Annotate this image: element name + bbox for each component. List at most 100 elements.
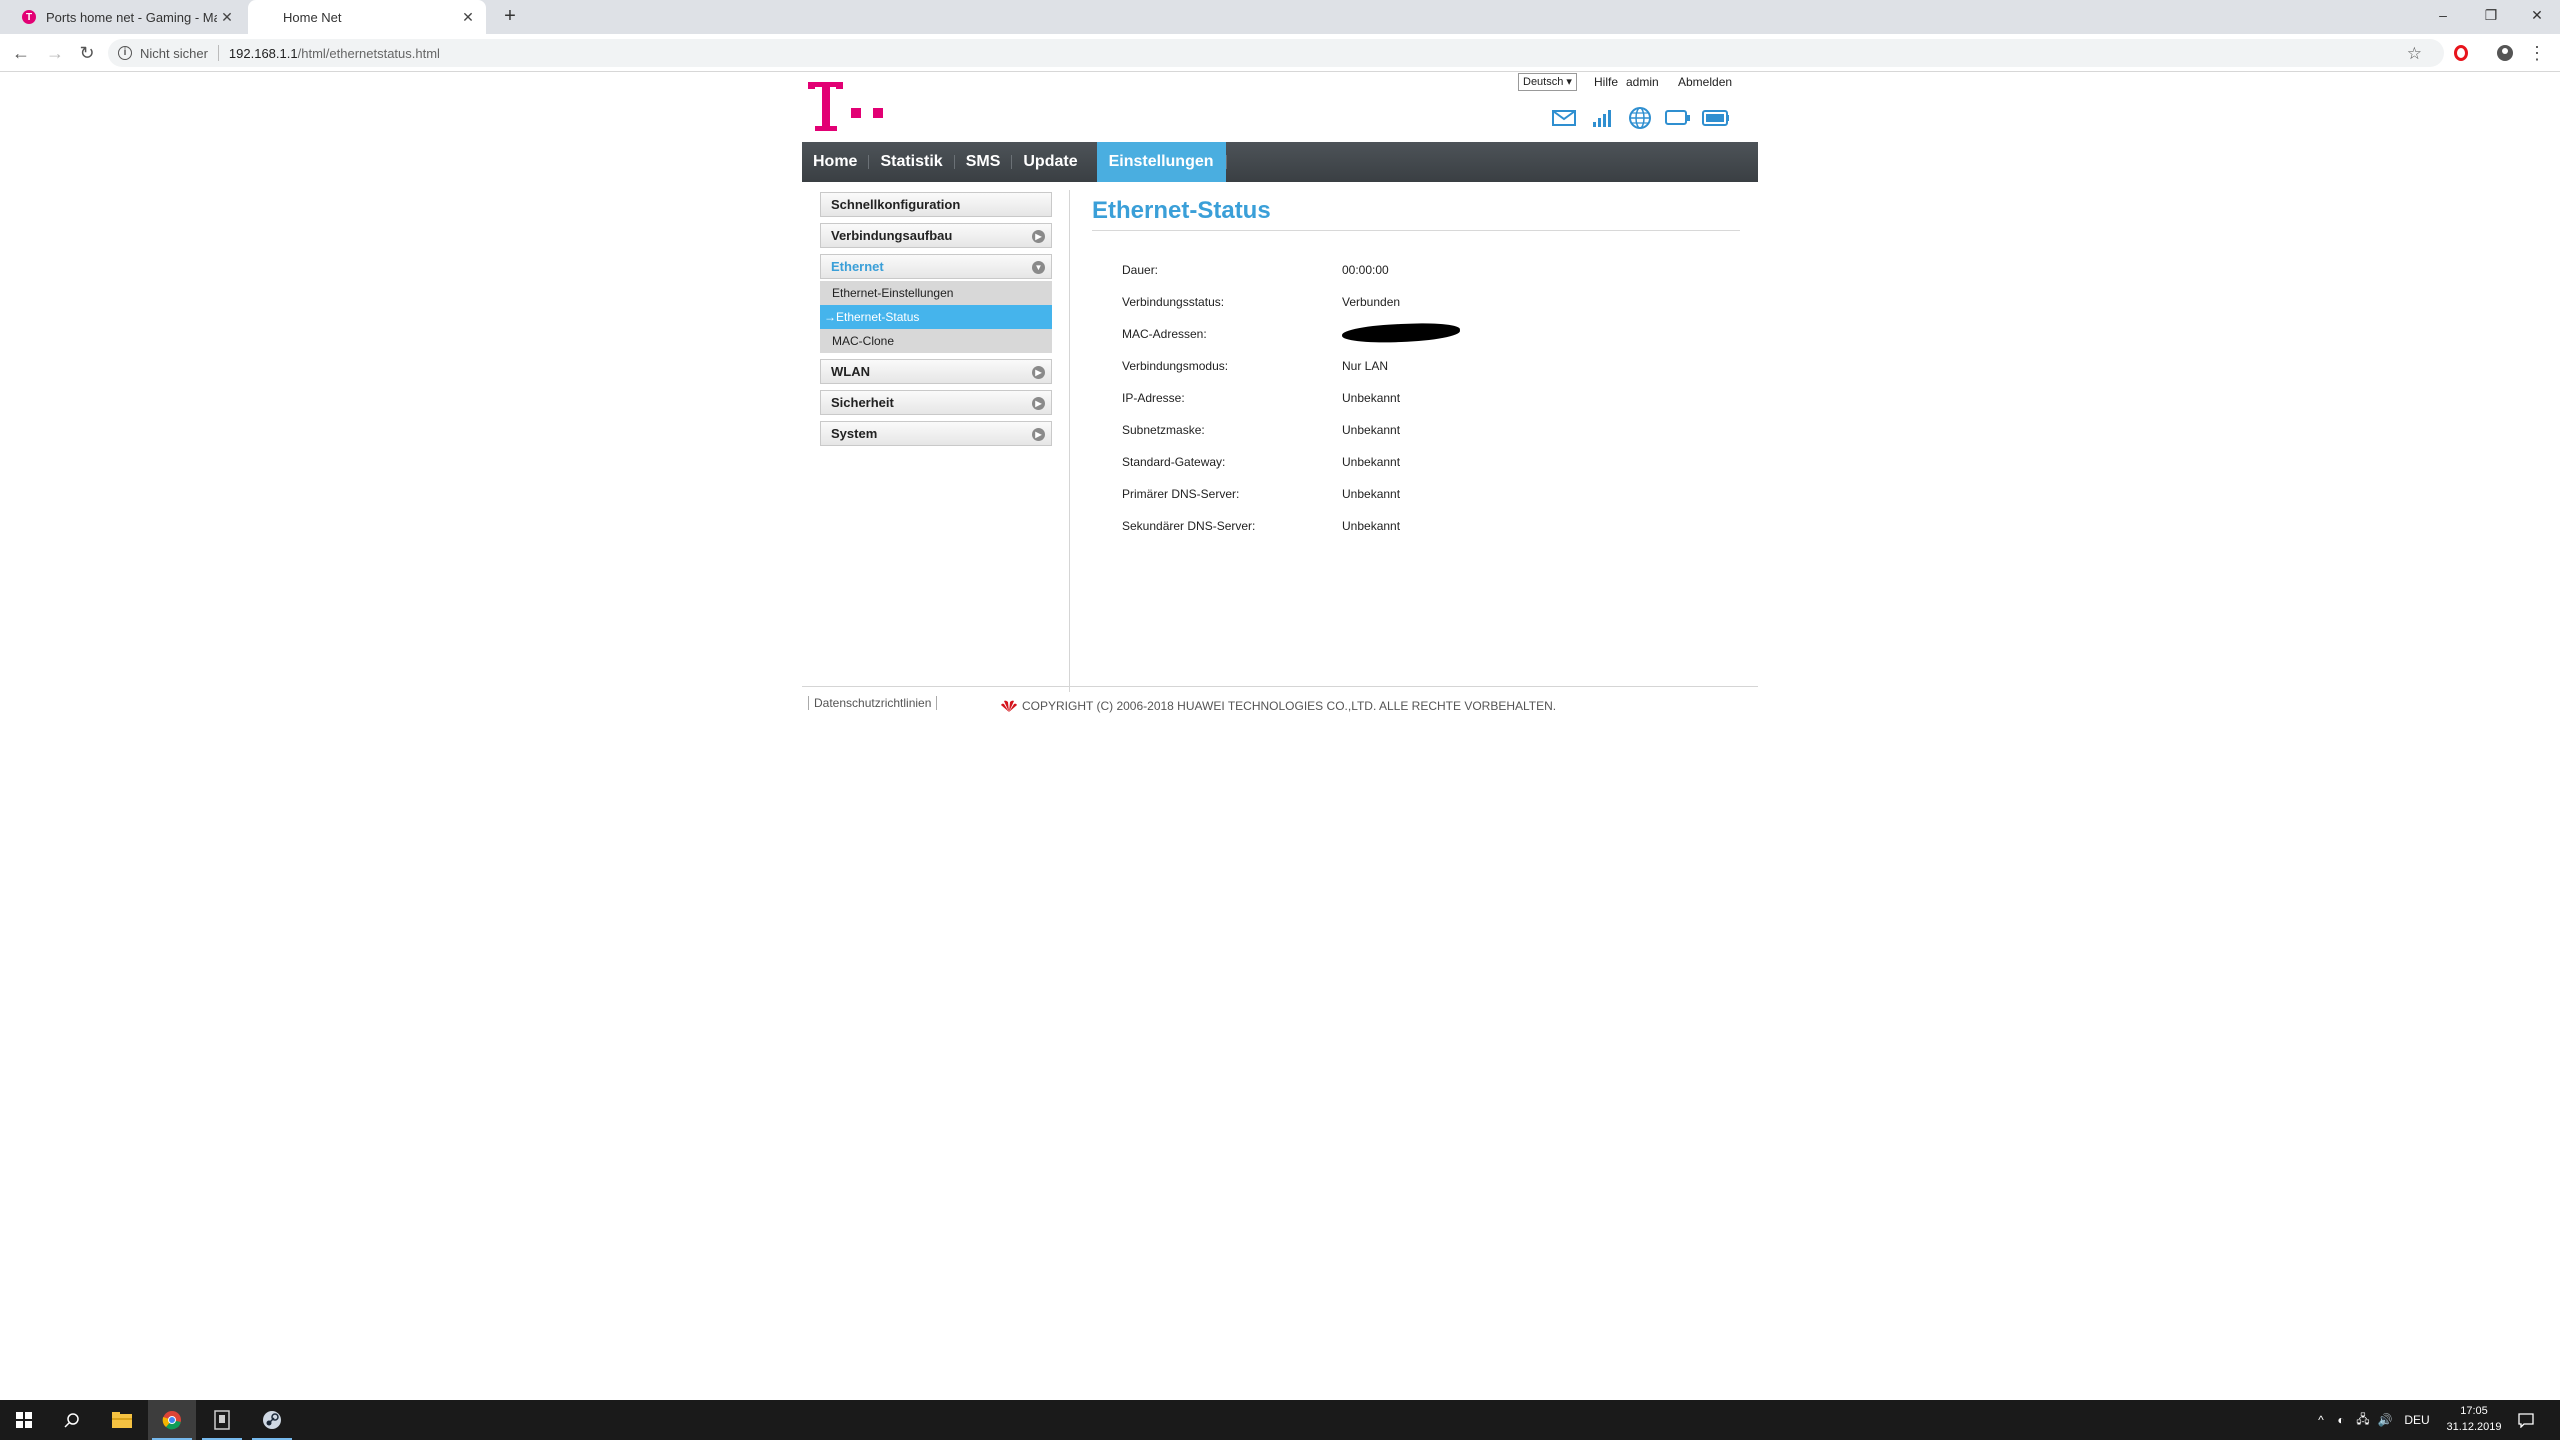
taskbar: ^ ◐ 🖧 🔊 DEU 17:05 31.12.2019 <box>0 1400 2560 1440</box>
steam-tray-icon[interactable]: ◐ <box>2330 1413 2352 1427</box>
sidebar-item-wlan[interactable]: WLAN ▶ <box>820 359 1052 384</box>
telekom-logo <box>808 82 883 131</box>
input-language[interactable]: DEU <box>2400 1413 2434 1427</box>
minimize-window-button[interactable]: – <box>2420 0 2466 30</box>
show-hidden-icons-icon[interactable]: ^ <box>2312 1413 2330 1427</box>
info-value: Unbekannt <box>1342 455 1401 469</box>
mail-icon[interactable] <box>1550 107 1578 129</box>
clock-date: 31.12.2019 <box>2446 1421 2502 1433</box>
expand-arrow-icon[interactable]: ▶ <box>1032 366 1045 379</box>
main-navigation: Home Statistik SMS Update Einstellungen <box>802 142 1758 182</box>
info-label: IP-Adresse: <box>1122 391 1185 405</box>
info-label: Dauer: <box>1122 263 1159 277</box>
nav-einstellungen[interactable]: Einstellungen <box>1096 142 1226 182</box>
security-label[interactable]: Nicht sicher <box>140 46 208 61</box>
profile-avatar-icon[interactable] <box>2494 42 2516 64</box>
omnibox-divider <box>217 45 219 61</box>
user-label: admin <box>1626 75 1659 89</box>
sidebar-item-label: Verbindungsaufbau <box>831 228 953 243</box>
sidebar-item-label: Ethernet <box>831 259 884 274</box>
info-value: Unbekannt <box>1342 423 1401 437</box>
restore-window-button[interactable]: ❐ <box>2468 0 2514 30</box>
help-link[interactable]: Hilfe <box>1594 75 1618 89</box>
clock[interactable]: 17:05 31.12.2019 <box>2430 1403 2518 1435</box>
info-value: Nur LAN <box>1342 359 1389 373</box>
close-tab-icon[interactable]: ✕ <box>217 9 237 26</box>
info-label: Verbindungsstatus: <box>1122 295 1225 309</box>
info-value-redacted <box>1341 321 1461 345</box>
steam-icon[interactable] <box>248 1400 296 1440</box>
page-title: Ethernet-Status <box>1092 197 1740 231</box>
expand-arrow-icon[interactable]: ▶ <box>1032 428 1045 441</box>
chrome-icon[interactable] <box>148 1400 196 1440</box>
logout-link[interactable]: Abmelden <box>1678 75 1732 89</box>
back-arrow-icon[interactable]: ← <box>8 40 34 66</box>
tab-title: Ports home net - Gaming - Mag <box>46 9 217 25</box>
url-input[interactable]: i Nicht sicher 192.168.1.1/html/ethernet… <box>108 39 2444 67</box>
sidebar-item-label: WLAN <box>831 364 870 379</box>
battery-icon <box>1702 107 1730 129</box>
tab-home-net[interactable]: Home Net ✕ <box>248 0 486 34</box>
bookmark-star-icon[interactable]: ☆ <box>2407 44 2422 64</box>
nav-home[interactable]: Home <box>802 142 868 182</box>
tab-strip: T Ports home net - Gaming - Mag ✕ Home N… <box>0 0 2560 34</box>
main-content: Ethernet-Status Dauer: 00:00:00 Verbindu… <box>1092 197 1740 533</box>
sidebar-item-label: Schnellkonfiguration <box>831 197 961 212</box>
nav-update[interactable]: Update <box>1012 142 1088 182</box>
internet-globe-icon <box>1626 107 1654 129</box>
nav-divider <box>1225 155 1227 169</box>
nav-sms[interactable]: SMS <box>955 142 1012 182</box>
info-value: Unbekannt <box>1342 391 1401 405</box>
telekom-favicon-icon: T <box>22 10 36 24</box>
sidebar-item-system[interactable]: System ▶ <box>820 421 1052 446</box>
nav-statistik[interactable]: Statistik <box>869 142 953 182</box>
status-icons <box>1550 106 1730 130</box>
forward-arrow-icon[interactable]: → <box>42 40 68 66</box>
info-value: 00:00:00 <box>1342 263 1389 277</box>
expand-arrow-icon[interactable]: ▶ <box>1032 230 1045 243</box>
opera-extension-icon[interactable] <box>2450 42 2472 64</box>
close-tab-icon[interactable]: ✕ <box>458 9 478 26</box>
browser-menu-icon[interactable]: ⋮ <box>2526 42 2548 64</box>
language-value: Deutsch <box>1523 76 1564 88</box>
tab-ports-home-net[interactable]: T Ports home net - Gaming - Mag ✕ <box>10 0 245 34</box>
sidebar-item-label: System <box>831 426 878 441</box>
language-select[interactable]: Deutsch ▾ <box>1518 73 1577 91</box>
sidebar-subitem-ethernet-status[interactable]: →Ethernet-Status <box>820 305 1052 329</box>
search-icon[interactable] <box>48 1400 96 1440</box>
settings-sidebar: Schnellkonfiguration Verbindungsaufbau ▶… <box>820 192 1052 452</box>
info-label: Standard-Gateway: <box>1122 455 1226 469</box>
collapse-arrow-icon[interactable]: ▼ <box>1032 261 1045 274</box>
info-value: Verbunden <box>1342 295 1401 309</box>
footer-divider <box>802 686 1758 687</box>
info-value: Unbekannt <box>1342 487 1401 501</box>
sidebar-item-schnellkonfiguration[interactable]: Schnellkonfiguration <box>820 192 1052 217</box>
info-label: MAC-Adressen: <box>1122 327 1207 341</box>
sidebar-item-verbindungsaufbau[interactable]: Verbindungsaufbau ▶ <box>820 223 1052 248</box>
sidebar-item-label: Sicherheit <box>831 395 894 410</box>
info-icon[interactable]: i <box>118 46 132 60</box>
content-divider <box>1069 190 1070 692</box>
copyright-text: COPYRIGHT (C) 2006-2018 HUAWEI TECHNOLOG… <box>1022 699 1557 713</box>
windows-start-icon[interactable] <box>0 1400 48 1440</box>
huawei-logo-icon <box>1001 700 1017 712</box>
network-icon[interactable]: 🖧 <box>2352 1410 2374 1431</box>
sidebar-subitem-mac-clone[interactable]: MAC-Clone <box>820 329 1052 353</box>
system-tray: ^ ◐ 🖧 🔊 DEU <box>2312 1400 2434 1440</box>
file-explorer-icon[interactable] <box>98 1400 146 1440</box>
app-window-icon[interactable] <box>198 1400 246 1440</box>
reload-icon[interactable]: ↻ <box>74 40 100 66</box>
sidebar-subitem-ethernet-einstellungen[interactable]: Ethernet-Einstellungen <box>820 281 1052 305</box>
sidebar-item-ethernet[interactable]: Ethernet ▼ <box>820 254 1052 279</box>
new-tab-button[interactable]: + <box>498 5 522 29</box>
close-window-button[interactable]: ✕ <box>2514 0 2560 30</box>
tab-title: Home Net <box>283 9 342 25</box>
redaction-mark <box>1341 321 1461 345</box>
url-path: /html/ethernetstatus.html <box>297 45 440 61</box>
privacy-link[interactable]: Datenschutzrichtlinien <box>808 696 938 710</box>
sidebar-item-sicherheit[interactable]: Sicherheit ▶ <box>820 390 1052 415</box>
volume-icon[interactable]: 🔊 <box>2374 1413 2396 1427</box>
expand-arrow-icon[interactable]: ▶ <box>1032 397 1045 410</box>
notification-center-icon[interactable] <box>2516 1410 2536 1430</box>
ethernet-submenu: Ethernet-Einstellungen →Ethernet-Status … <box>820 281 1052 353</box>
